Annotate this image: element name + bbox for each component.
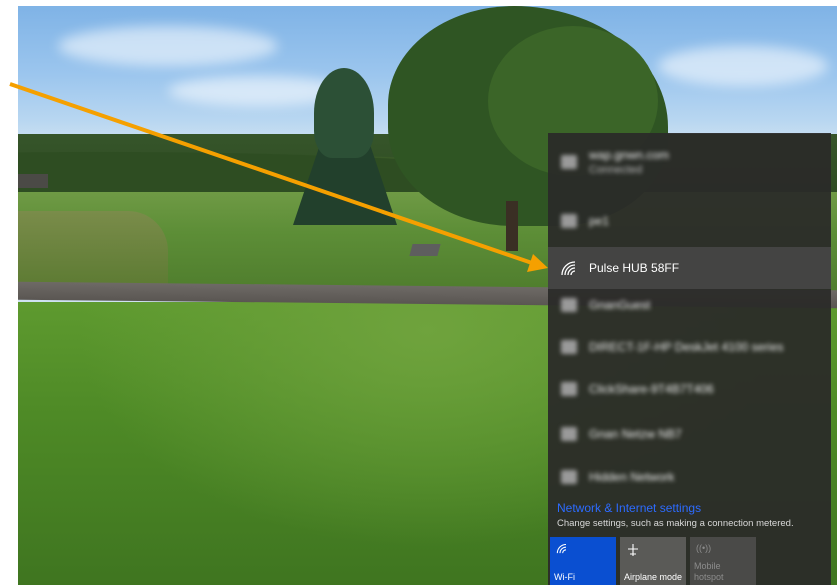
annotation-arrow bbox=[9, 82, 548, 272]
